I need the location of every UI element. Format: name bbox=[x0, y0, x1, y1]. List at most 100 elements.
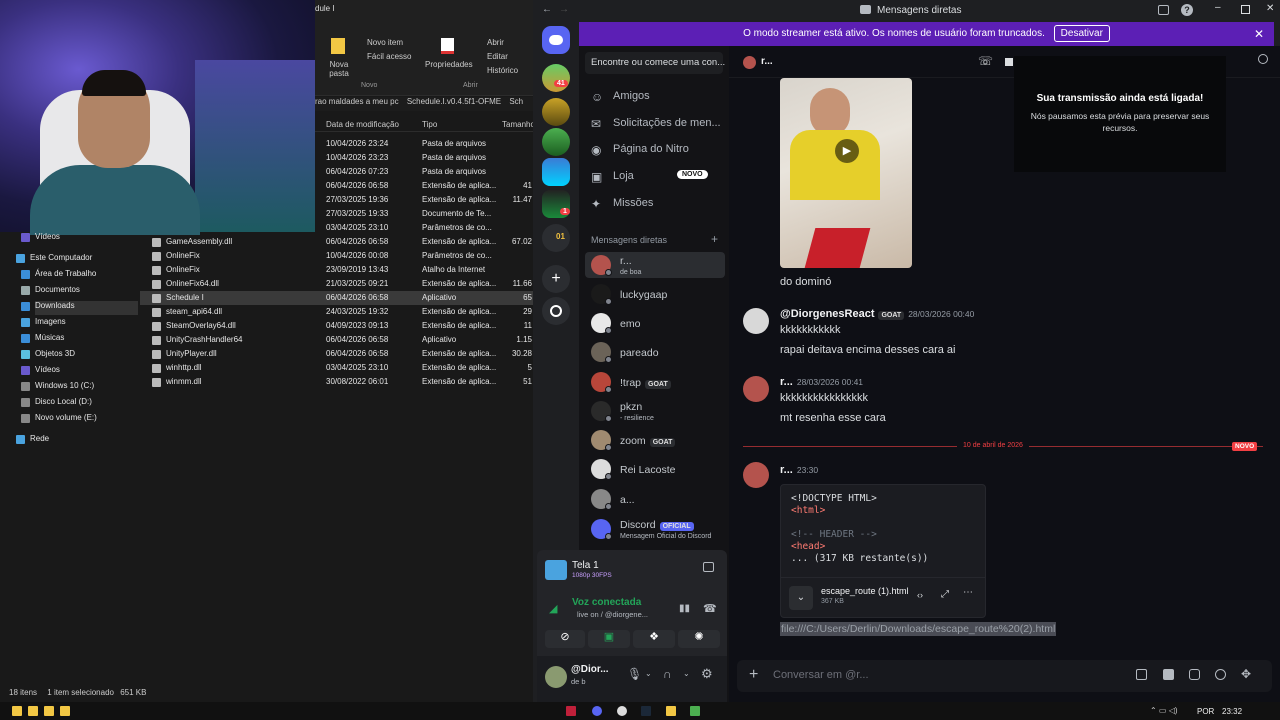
address-bar[interactable]: rao maldades a meu pc Schedule.I.v0.4.5f… bbox=[315, 97, 533, 111]
open-button[interactable]: Abrir bbox=[487, 38, 504, 47]
server-icon[interactable]: 41 bbox=[542, 64, 570, 92]
sticker-icon[interactable] bbox=[1189, 669, 1200, 680]
taskbar-app-icon[interactable] bbox=[617, 706, 627, 716]
noise-suppression-icon[interactable]: ▮▮ bbox=[679, 603, 690, 614]
breadcrumb-item[interactable]: Schedule.I.v0.4.5f1-OFME bbox=[407, 97, 501, 106]
column-type[interactable]: Tipo bbox=[422, 120, 437, 129]
file-row[interactable]: OnlineFix 23/09/2019 13:43 Atalho da Inter… bbox=[140, 263, 533, 277]
nav-videos-2[interactable]: Vídeos bbox=[21, 365, 60, 379]
gif-icon[interactable] bbox=[1163, 669, 1174, 680]
attachment-name[interactable]: escape_route (1).html bbox=[821, 586, 909, 596]
soundboard-icon[interactable]: ✺ bbox=[678, 630, 720, 648]
add-server-icon[interactable]: + bbox=[542, 265, 570, 293]
attach-plus-icon[interactable]: + bbox=[749, 666, 758, 684]
file-row[interactable]: OnlineFix64.dll 21/03/2025 09:21 Extensão … bbox=[140, 277, 533, 291]
server-icon[interactable] bbox=[542, 128, 570, 156]
expand-icon[interactable]: ⤢ bbox=[941, 589, 949, 600]
server-folder-icon[interactable]: 01 bbox=[542, 224, 570, 252]
nav-drive-c[interactable]: Windows 10 (C:) bbox=[21, 381, 94, 395]
disconnect-icon[interactable]: ☎ bbox=[703, 602, 717, 615]
file-row[interactable]: winhttp.dll 03/04/2025 23:10 Extensão de a… bbox=[140, 361, 533, 375]
nav-desktop[interactable]: Área de Trabalho bbox=[21, 269, 96, 283]
nav-downloads[interactable]: Downloads bbox=[21, 301, 138, 315]
maximize-icon[interactable] bbox=[1241, 5, 1250, 14]
taskbar-discord-icon[interactable] bbox=[592, 706, 602, 716]
file-row[interactable]: steam_api64.dll 24/03/2025 19:32 Extensão … bbox=[140, 305, 533, 319]
taskbar-app-icon[interactable] bbox=[690, 706, 700, 716]
server-icon[interactable] bbox=[542, 158, 570, 186]
avatar[interactable] bbox=[743, 308, 769, 334]
edit-button[interactable]: Editar bbox=[487, 52, 508, 61]
breadcrumb-item[interactable]: rao maldades a meu pc bbox=[315, 97, 399, 106]
microphone-icon[interactable]: 🎙︎ bbox=[627, 667, 642, 681]
file-row[interactable]: Schedule I 06/04/2026 06:58 Aplicativo 65 bbox=[140, 291, 533, 305]
properties-button[interactable]: Propriedades bbox=[425, 60, 473, 69]
file-row[interactable]: 27/03/2025 19:33 Documento de Te... bbox=[140, 207, 533, 221]
dm-item[interactable]: pareado bbox=[585, 339, 725, 365]
voice-channel-name[interactable]: live on / @diorgene... bbox=[577, 610, 648, 619]
chevron-down-icon[interactable]: ⌄ bbox=[645, 669, 652, 678]
file-row[interactable]: 03/04/2025 23:10 Parâmetros de co... bbox=[140, 221, 533, 235]
video-icon[interactable] bbox=[1005, 58, 1013, 66]
avatar[interactable] bbox=[545, 666, 567, 688]
file-row[interactable]: 06/04/2026 07:23 Pasta de arquivos bbox=[140, 165, 533, 179]
column-date[interactable]: Data de modificação bbox=[326, 120, 399, 129]
dm-item[interactable]: pkzn - resilience bbox=[585, 398, 725, 424]
disable-streamer-button[interactable]: Desativar bbox=[1053, 25, 1110, 42]
dm-item[interactable]: Discord OFICIAL Mensagem Oficial do Discor… bbox=[585, 516, 725, 542]
stop-stream-icon[interactable] bbox=[703, 562, 714, 572]
breadcrumb-item[interactable]: Sch bbox=[509, 97, 523, 106]
friends-nav[interactable]: ☺ Amigos bbox=[587, 85, 727, 109]
help-icon[interactable]: ? bbox=[1181, 4, 1193, 16]
minimize-icon[interactable]: – bbox=[1215, 2, 1221, 13]
new-item-button[interactable]: Novo item bbox=[367, 38, 403, 47]
dm-item[interactable]: Rei Lacoste bbox=[585, 456, 725, 482]
dm-item[interactable]: zoom GOAT bbox=[585, 427, 725, 453]
history-button[interactable]: Histórico bbox=[487, 66, 518, 75]
file-row[interactable]: 27/03/2025 19:36 Extensão de aplica... 11.… bbox=[140, 193, 533, 207]
nav-documents[interactable]: Documentos bbox=[21, 285, 80, 299]
nav-images[interactable]: Imagens bbox=[21, 317, 66, 331]
nav-drive-d[interactable]: Disco Local (D:) bbox=[21, 397, 92, 411]
taskbar-app-icon[interactable] bbox=[566, 706, 576, 716]
new-folder-button[interactable]: Nova pasta bbox=[329, 60, 349, 78]
avatar[interactable] bbox=[743, 376, 769, 402]
emoji-icon[interactable] bbox=[1215, 669, 1226, 680]
close-window-icon[interactable]: ✕ bbox=[1266, 3, 1274, 14]
dm-item[interactable]: !trap GOAT bbox=[585, 369, 725, 395]
nav-this-pc[interactable]: Este Computador bbox=[16, 253, 92, 267]
nav-music[interactable]: Músicas bbox=[21, 333, 64, 347]
file-row[interactable]: winmm.dll 30/08/2022 06:01 Extensão de apl… bbox=[140, 375, 533, 389]
taskbar-folder-icon[interactable] bbox=[60, 706, 70, 716]
taskbar-folder-icon[interactable] bbox=[44, 706, 54, 716]
forward-arrow-icon[interactable]: → bbox=[559, 4, 569, 15]
discover-icon[interactable] bbox=[542, 297, 570, 325]
message-requests-nav[interactable]: ✉ Solicitações de men... bbox=[587, 112, 727, 136]
headphones-icon[interactable]: ∩ bbox=[663, 667, 672, 681]
message-input[interactable]: Conversar em @r... bbox=[773, 669, 869, 681]
code-view-icon[interactable]: ‹› bbox=[917, 590, 923, 600]
apps-icon[interactable]: ✥ bbox=[1241, 667, 1251, 681]
quests-nav[interactable]: ✦ Missões bbox=[587, 192, 727, 216]
close-banner-icon[interactable]: ✕ bbox=[1254, 22, 1264, 46]
file-row[interactable]: UnityPlayer.dll 06/04/2026 06:58 Extensão … bbox=[140, 347, 533, 361]
taskbar-explorer-icon[interactable] bbox=[666, 706, 676, 716]
file-row[interactable]: GameAssembly.dll 06/04/2026 06:58 Extensão… bbox=[140, 235, 533, 249]
dm-item[interactable]: luckygaap bbox=[585, 281, 725, 307]
clock[interactable]: 23:32 bbox=[1222, 707, 1242, 716]
dm-item[interactable]: a... bbox=[585, 486, 725, 512]
language-indicator[interactable]: POR bbox=[1197, 707, 1214, 716]
message-author[interactable]: r... bbox=[780, 464, 793, 476]
file-row[interactable]: 10/04/2026 23:24 Pasta de arquivos bbox=[140, 137, 533, 151]
stream-preview[interactable]: Sua transmissão ainda está ligada! Nós p… bbox=[1014, 56, 1226, 172]
activities-icon[interactable]: ❖ bbox=[633, 630, 675, 648]
nav-network[interactable]: Rede bbox=[16, 434, 49, 448]
call-icon[interactable]: ☏ bbox=[978, 54, 993, 68]
create-dm-icon[interactable]: + bbox=[711, 232, 718, 246]
nav-videos[interactable]: Vídeos bbox=[21, 232, 60, 246]
search-icon[interactable] bbox=[1258, 54, 1268, 64]
gift-icon[interactable] bbox=[1136, 669, 1147, 680]
message-author[interactable]: @DiorgenesReact bbox=[780, 308, 874, 320]
file-row[interactable]: UnityCrashHandler64 06/04/2026 06:58 Aplic… bbox=[140, 333, 533, 347]
camera-off-icon[interactable]: ⊘ bbox=[545, 630, 585, 648]
